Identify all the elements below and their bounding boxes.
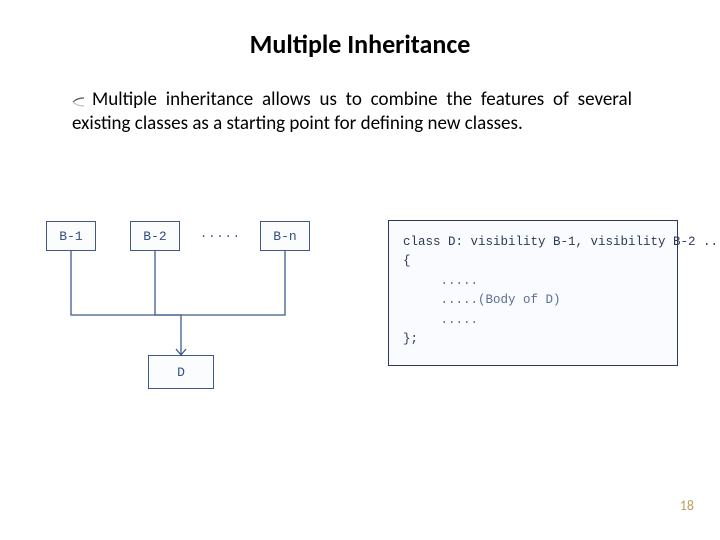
diagram-ellipsis: ..... (200, 227, 241, 241)
diagram-box-b2: B-2 (130, 221, 180, 251)
slide: Multiple Inheritance Multiple inheritanc… (0, 0, 720, 540)
diagram-box-bn: B-n (260, 221, 310, 251)
bullet-icon (72, 95, 86, 105)
code-line-6: }; (403, 332, 418, 346)
body-text: Multiple inheritance allows us to combin… (72, 88, 632, 135)
code-line-3: ..... (403, 274, 478, 288)
code-line-1: class D: visibility B-1, visibility B-2 … (403, 235, 720, 249)
code-box: class D: visibility B-1, visibility B-2 … (388, 220, 678, 366)
diagram-box-b1: B-1 (46, 221, 96, 251)
code-line-4: .....(Body of D) (403, 293, 561, 307)
code-line-2: { (403, 254, 411, 268)
code-line-5: ..... (403, 313, 478, 327)
diagram-box-d: D (148, 355, 214, 389)
page-number: 18 (680, 497, 694, 514)
inheritance-diagram: B-1 B-2 ..... B-n D (40, 215, 360, 405)
body-paragraph: Multiple inheritance allows us to combin… (72, 88, 632, 136)
slide-title: Multiple Inheritance (0, 28, 720, 60)
